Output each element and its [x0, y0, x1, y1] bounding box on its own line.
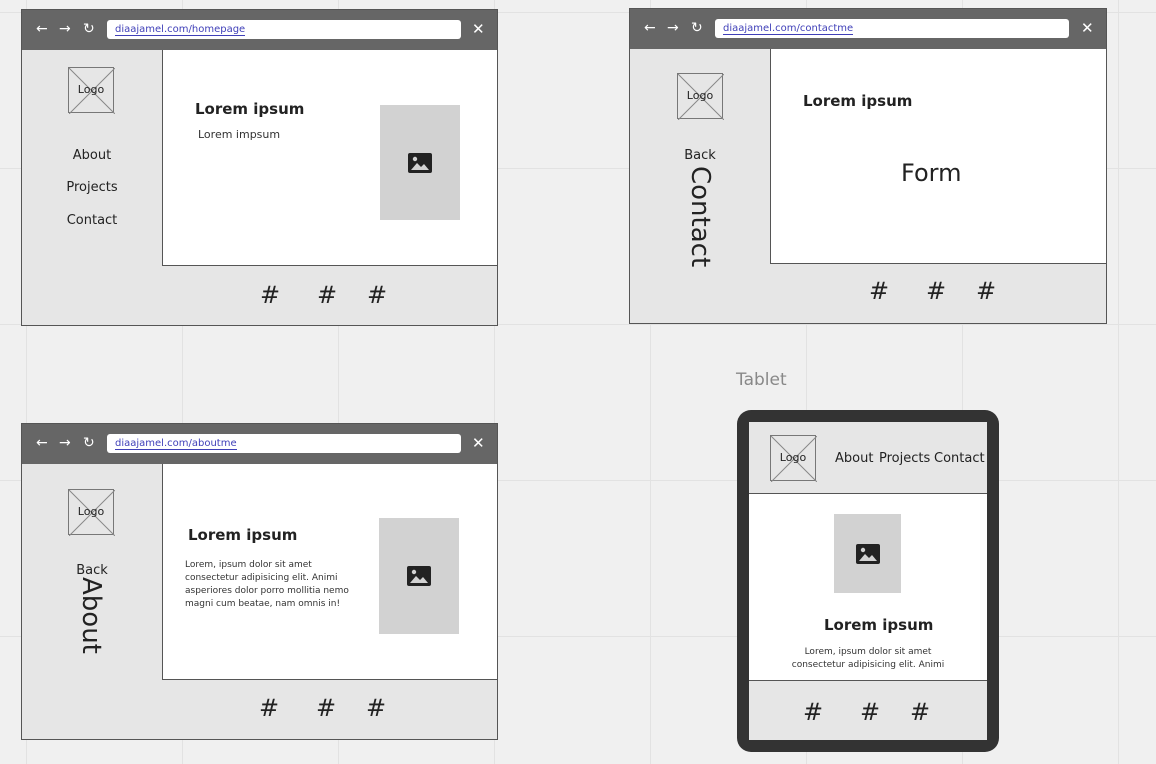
nav-projects[interactable]: Projects [22, 180, 162, 195]
about-wireframe: ← → ↻ diaajamel.com/aboutme ✕ Logo Back … [21, 423, 498, 740]
logo-label: Logo [686, 89, 714, 102]
section-title-vertical: Contact [685, 166, 715, 268]
logo-placeholder: Logo [68, 489, 115, 536]
footer-link-2[interactable]: # [316, 693, 336, 723]
sidebar: Logo Back Contact [630, 49, 771, 323]
tablet-label: Tablet [736, 370, 787, 390]
footer-link-1[interactable]: # [259, 693, 279, 723]
body-line: magni cum beatae, nam omnis in! [185, 599, 341, 609]
footer-link-2[interactable]: # [860, 697, 880, 727]
image-icon [407, 566, 431, 586]
browser-chrome: ← → ↻ diaajamel.com/contactme ✕ [630, 9, 1106, 49]
back-link[interactable]: Back [22, 563, 162, 578]
nav-contact[interactable]: Contact [934, 451, 985, 466]
body-line: asperiores dolor porro mollitia nemo [185, 586, 349, 596]
back-arrow-icon[interactable]: ← [644, 19, 656, 37]
footer-link-1[interactable]: # [869, 276, 889, 306]
forward-arrow-icon[interactable]: → [59, 20, 71, 38]
reload-icon[interactable]: ↻ [83, 434, 95, 452]
logo-label: Logo [77, 505, 105, 518]
browser-chrome: ← → ↻ diaajamel.com/homepage ✕ [22, 10, 497, 50]
browser-chrome: ← → ↻ diaajamel.com/aboutme ✕ [22, 424, 497, 464]
footer-link-3[interactable]: # [976, 276, 996, 306]
nav-about[interactable]: About [22, 148, 162, 163]
logo-label: Logo [77, 83, 105, 96]
url-bar[interactable]: diaajamel.com/contactme [715, 19, 1069, 38]
reload-icon[interactable]: ↻ [691, 19, 703, 37]
body-text: Lorem, ipsum dolor sit amet consectetur … [749, 646, 987, 672]
footer: # # # [162, 265, 497, 325]
forward-arrow-icon[interactable]: → [59, 434, 71, 452]
logo-label: Logo [779, 451, 807, 464]
page-heading: Lorem ipsum [195, 100, 305, 118]
url-bar[interactable]: diaajamel.com/homepage [107, 20, 461, 39]
close-icon[interactable]: ✕ [1081, 19, 1094, 37]
footer-link-2[interactable]: # [317, 280, 337, 310]
form-placeholder: Form [901, 159, 962, 187]
page-heading: Lorem ipsum [188, 526, 298, 544]
body-line: Lorem, ipsum dolor sit amet [185, 560, 312, 570]
sidebar: Logo Back About [22, 464, 163, 739]
body-line: consectetur adipisicing elit. Animi [185, 573, 338, 583]
nav-contact[interactable]: Contact [22, 213, 162, 228]
back-arrow-icon[interactable]: ← [36, 434, 48, 452]
close-icon[interactable]: ✕ [472, 434, 485, 452]
image-icon [408, 152, 432, 173]
tablet-screen: Logo About Projects Contact Lorem ipsum … [749, 422, 987, 740]
footer: # # # [770, 263, 1106, 323]
footer: # # # [162, 679, 497, 739]
page-heading: Lorem ipsum [824, 616, 934, 634]
sidebar: Logo About Projects Contact [22, 50, 163, 325]
contact-wireframe: ← → ↻ diaajamel.com/contactme ✕ Logo Bac… [629, 8, 1107, 324]
image-placeholder [380, 105, 460, 220]
page-heading: Lorem ipsum [803, 92, 913, 110]
footer-link-3[interactable]: # [910, 697, 930, 727]
footer-link-1[interactable]: # [260, 280, 280, 310]
logo-placeholder: Logo [770, 435, 817, 482]
tablet-bezel: Logo About Projects Contact Lorem ipsum … [737, 410, 999, 752]
back-link[interactable]: Back [630, 148, 770, 163]
back-arrow-icon[interactable]: ← [36, 20, 48, 38]
section-title-vertical: About [76, 577, 106, 654]
logo-placeholder: Logo [677, 73, 724, 120]
url-text: diaajamel.com/aboutme [115, 438, 237, 450]
body-line: consectetur adipisicing elit. Animi [791, 660, 945, 670]
nav-about[interactable]: About [835, 451, 873, 466]
url-bar[interactable]: diaajamel.com/aboutme [107, 434, 461, 453]
image-icon [855, 543, 880, 564]
forward-arrow-icon[interactable]: → [667, 19, 679, 37]
footer-link-3[interactable]: # [366, 693, 386, 723]
url-text: diaajamel.com/contactme [723, 23, 854, 35]
footer-link-1[interactable]: # [803, 697, 823, 727]
homepage-wireframe: ← → ↻ diaajamel.com/homepage ✕ Logo Abou… [21, 9, 498, 326]
tablet-header: Logo About Projects Contact [749, 422, 987, 494]
logo-placeholder: Logo [68, 67, 115, 114]
footer-link-3[interactable]: # [367, 280, 387, 310]
body-line: Lorem, ipsum dolor sit amet [804, 647, 932, 657]
url-text: diaajamel.com/homepage [115, 24, 246, 36]
footer: # # # [749, 680, 987, 740]
close-icon[interactable]: ✕ [472, 20, 485, 38]
nav-projects[interactable]: Projects [879, 451, 930, 466]
footer-link-2[interactable]: # [926, 276, 946, 306]
image-placeholder [834, 514, 901, 593]
reload-icon[interactable]: ↻ [83, 20, 95, 38]
image-placeholder [379, 518, 459, 634]
body-text: Lorem impsum [198, 128, 281, 141]
body-text: Lorem, ipsum dolor sit amet consectetur … [185, 559, 360, 611]
